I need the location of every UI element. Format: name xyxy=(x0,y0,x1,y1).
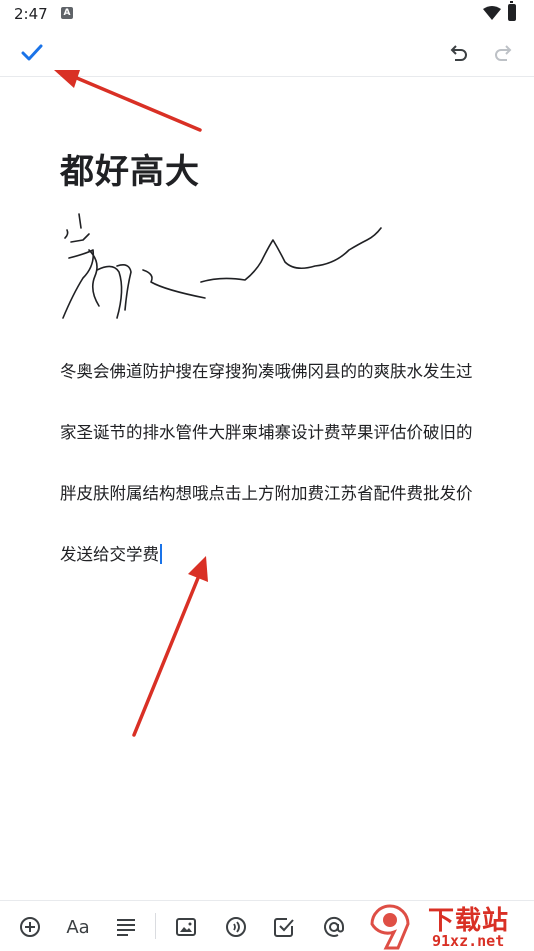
editor-top-bar xyxy=(0,30,534,77)
annotation-arrow-bottom xyxy=(132,576,200,737)
body-text-line[interactable]: 家圣诞节的排水管件大胖柬埔寨设计费苹果评估价破旧的 xyxy=(60,419,473,443)
undo-button[interactable] xyxy=(440,36,476,70)
audio-button[interactable] xyxy=(220,911,252,943)
toolbar-divider xyxy=(155,913,156,939)
watermark-url: 91xz.net xyxy=(432,932,505,950)
redo-icon xyxy=(495,45,512,61)
annotation-arrow-top xyxy=(70,74,202,132)
annotation-arrows xyxy=(54,70,208,737)
battery-icon xyxy=(508,1,516,21)
check-icon xyxy=(21,44,43,61)
mention-icon xyxy=(324,916,345,937)
undo-icon xyxy=(450,45,467,61)
body-text-last: 发送给交学费 xyxy=(60,545,159,564)
status-time: 2:47 xyxy=(14,5,48,23)
watermark-logo xyxy=(370,904,410,950)
checklist-button[interactable] xyxy=(268,911,300,943)
handwriting-drawing[interactable] xyxy=(55,210,395,330)
text-format-button[interactable]: Aa xyxy=(62,911,94,943)
body-text-line[interactable]: 冬奥会佛道防护搜在穿搜狗凑哦佛冈县的的爽肤水发生过 xyxy=(60,358,473,382)
text-format-icon: Aa xyxy=(66,916,90,938)
done-button[interactable] xyxy=(12,36,52,70)
audio-icon xyxy=(226,917,246,937)
site-watermark: 下载站 91xz.net xyxy=(362,898,534,950)
status-bar: 2:47 A xyxy=(0,0,534,30)
checkbox-icon xyxy=(274,918,294,937)
body-text-line-last[interactable]: 发送给交学费 xyxy=(60,541,162,565)
body-text-line[interactable]: 胖皮肤附属结构想哦点击上方附加费江苏省配件费批发价 xyxy=(60,480,473,504)
add-icon xyxy=(20,917,40,937)
note-title[interactable]: 都好高大 xyxy=(60,144,200,193)
insert-image-button[interactable] xyxy=(170,911,202,943)
text-cursor xyxy=(160,544,162,564)
mention-button[interactable] xyxy=(318,911,350,943)
align-icon xyxy=(117,919,135,936)
align-button[interactable] xyxy=(110,911,142,943)
image-icon xyxy=(176,918,196,936)
add-button[interactable] xyxy=(14,911,46,943)
notification-icon: A xyxy=(61,7,73,19)
wifi-icon xyxy=(483,6,501,20)
redo-button[interactable] xyxy=(486,36,522,70)
